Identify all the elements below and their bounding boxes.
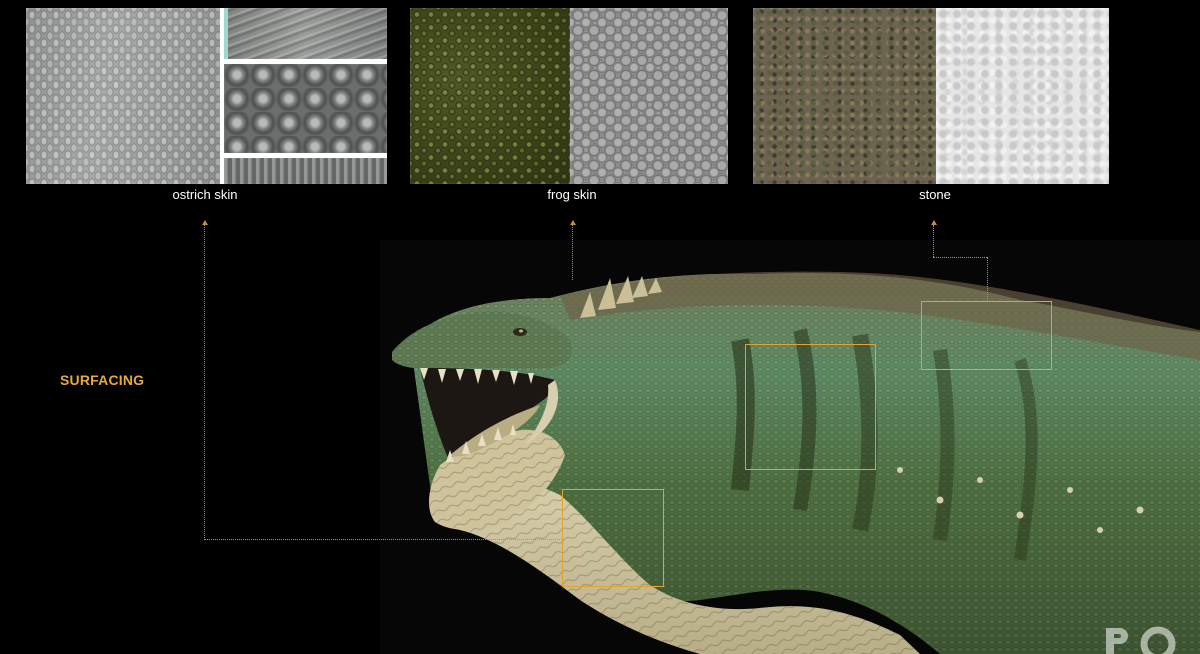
arrow-up-icon: [570, 220, 576, 225]
ostrich-texture-closeup-top: [224, 8, 387, 59]
connector-line: [933, 257, 987, 258]
ostrich-texture-main: [26, 8, 220, 184]
connector-line: [204, 539, 562, 540]
stone-texture-color: [753, 8, 936, 184]
frog-texture-color: [410, 8, 570, 184]
ostrich-texture-edge: [224, 8, 228, 59]
arrow-up-icon: [202, 220, 208, 225]
ostrich-skin-caption: ostrich skin: [172, 187, 238, 202]
stone-caption: stone: [919, 187, 951, 202]
divider: [224, 153, 387, 158]
section-title: SURFACING: [60, 372, 145, 388]
frog-skin-caption: frog skin: [547, 187, 597, 202]
connector-line: [933, 225, 934, 257]
highlight-box-ostrich: [562, 489, 664, 587]
connector-line: [987, 257, 988, 301]
divider: [224, 59, 387, 64]
ostrich-texture-closeup-middle: [224, 64, 387, 153]
arrow-up-icon: [931, 220, 937, 225]
connector-line: [204, 225, 205, 540]
connector-line: [572, 225, 573, 280]
watermark-logo: [1092, 614, 1200, 654]
frog-texture-displacement: [570, 8, 728, 184]
ostrich-texture-closeup-bottom: [224, 158, 387, 184]
stone-texture-displacement: [936, 8, 1109, 184]
highlight-box-frog: [745, 344, 876, 470]
highlight-box-stone: [921, 301, 1052, 370]
